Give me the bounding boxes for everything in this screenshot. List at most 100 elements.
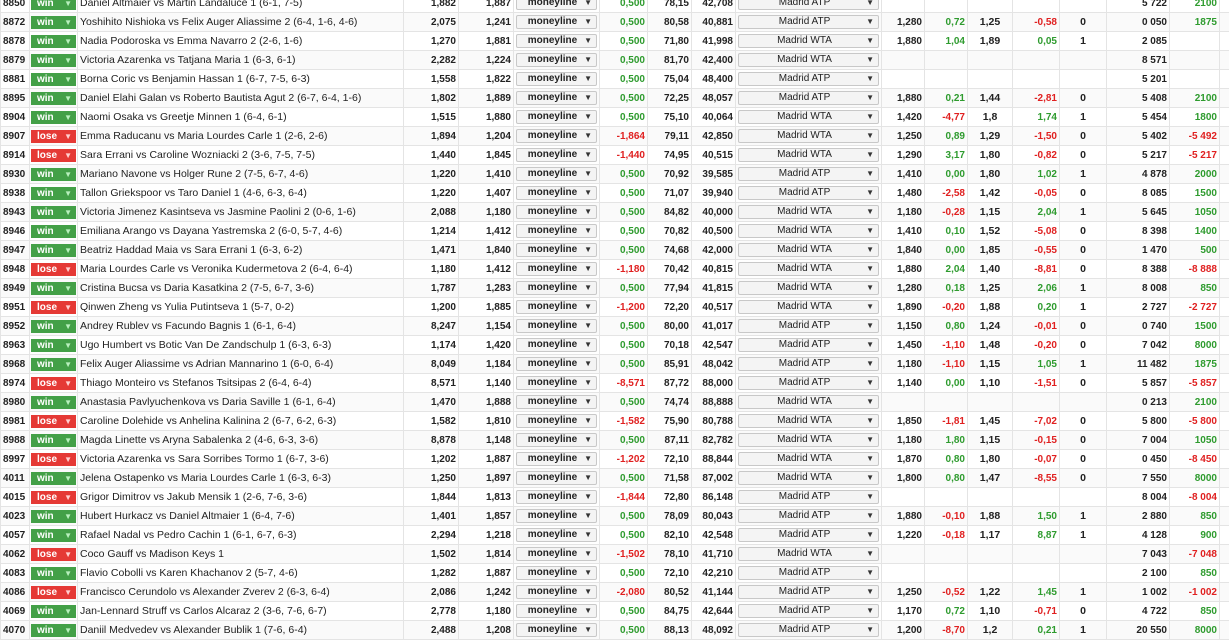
result-select[interactable]: win▼	[31, 168, 76, 181]
tournament-select[interactable]: Madrid WTA▼	[738, 471, 879, 485]
result-select[interactable]: win▼	[31, 358, 76, 371]
tournament-select[interactable]: Madrid ATP▼	[738, 604, 879, 618]
result-select[interactable]: win▼	[31, 434, 76, 447]
result-select[interactable]: win▼	[31, 339, 76, 352]
tournament-select[interactable]: Madrid ATP▼	[738, 357, 879, 371]
tournament-select[interactable]: Madrid ATP▼	[738, 186, 879, 200]
market-select[interactable]: moneyline▼	[516, 281, 597, 295]
result-select[interactable]: win▼	[31, 0, 76, 10]
market-select[interactable]: moneyline▼	[516, 338, 597, 352]
tournament-select[interactable]: Madrid ATP▼	[738, 91, 879, 105]
result-select[interactable]: win▼	[31, 35, 76, 48]
result-select[interactable]: win▼	[31, 73, 76, 86]
market-select[interactable]: moneyline▼	[516, 167, 597, 181]
market-select[interactable]: moneyline▼	[516, 357, 597, 371]
tournament-select[interactable]: Madrid WTA▼	[738, 395, 879, 409]
result-select[interactable]: win▼	[31, 320, 76, 333]
result-select[interactable]: win▼	[31, 187, 76, 200]
market-select[interactable]: moneyline▼	[516, 452, 597, 466]
market-select[interactable]: moneyline▼	[516, 53, 597, 67]
result-select[interactable]: win▼	[31, 54, 76, 67]
tournament-select[interactable]: Madrid WTA▼	[738, 110, 879, 124]
result-select[interactable]: win▼	[31, 605, 76, 618]
result-select[interactable]: win▼	[31, 529, 76, 542]
tournament-select[interactable]: Madrid WTA▼	[738, 452, 879, 466]
result-select[interactable]: lose▼	[31, 491, 76, 504]
result-select[interactable]: lose▼	[31, 130, 76, 143]
tournament-select[interactable]: Madrid ATP▼	[738, 376, 879, 390]
market-select[interactable]: moneyline▼	[516, 490, 597, 504]
tournament-select[interactable]: Madrid WTA▼	[738, 148, 879, 162]
market-select[interactable]: moneyline▼	[516, 566, 597, 580]
result-select[interactable]: win▼	[31, 206, 76, 219]
result-select[interactable]: win▼	[31, 111, 76, 124]
tournament-select[interactable]: Madrid ATP▼	[738, 509, 879, 523]
result-select[interactable]: lose▼	[31, 586, 76, 599]
result-select[interactable]: lose▼	[31, 377, 76, 390]
tournament-select[interactable]: Madrid ATP▼	[738, 623, 879, 637]
result-select[interactable]: win▼	[31, 396, 76, 409]
result-select[interactable]: win▼	[31, 567, 76, 580]
tournament-select[interactable]: Madrid ATP▼	[738, 490, 879, 504]
market-select[interactable]: moneyline▼	[516, 91, 597, 105]
tournament-select[interactable]: Madrid ATP▼	[738, 0, 879, 10]
market-select[interactable]: moneyline▼	[516, 110, 597, 124]
market-select[interactable]: moneyline▼	[516, 585, 597, 599]
market-select[interactable]: moneyline▼	[516, 376, 597, 390]
market-select[interactable]: moneyline▼	[516, 205, 597, 219]
result-select[interactable]: win▼	[31, 282, 76, 295]
result-select[interactable]: lose▼	[31, 301, 76, 314]
result-select[interactable]: lose▼	[31, 263, 76, 276]
tournament-select[interactable]: Madrid WTA▼	[738, 243, 879, 257]
result-select[interactable]: win▼	[31, 225, 76, 238]
result-select[interactable]: lose▼	[31, 149, 76, 162]
market-select[interactable]: moneyline▼	[516, 148, 597, 162]
tournament-select[interactable]: Madrid WTA▼	[738, 34, 879, 48]
market-select[interactable]: moneyline▼	[516, 395, 597, 409]
tournament-select[interactable]: Madrid WTA▼	[738, 224, 879, 238]
tournament-select[interactable]: Madrid ATP▼	[738, 338, 879, 352]
result-select[interactable]: win▼	[31, 244, 76, 257]
tournament-select[interactable]: Madrid WTA▼	[738, 414, 879, 428]
tournament-select[interactable]: Madrid ATP▼	[738, 319, 879, 333]
market-select[interactable]: moneyline▼	[516, 604, 597, 618]
market-select[interactable]: moneyline▼	[516, 547, 597, 561]
market-select[interactable]: moneyline▼	[516, 433, 597, 447]
market-select[interactable]: moneyline▼	[516, 34, 597, 48]
result-select[interactable]: lose▼	[31, 453, 76, 466]
tournament-select[interactable]: Madrid ATP▼	[738, 167, 879, 181]
market-select[interactable]: moneyline▼	[516, 471, 597, 485]
result-select[interactable]: win▼	[31, 510, 76, 523]
market-select[interactable]: moneyline▼	[516, 72, 597, 86]
market-select[interactable]: moneyline▼	[516, 623, 597, 637]
tournament-select[interactable]: Madrid WTA▼	[738, 300, 879, 314]
market-select[interactable]: moneyline▼	[516, 300, 597, 314]
market-select[interactable]: moneyline▼	[516, 129, 597, 143]
result-select[interactable]: win▼	[31, 472, 76, 485]
result-select[interactable]: win▼	[31, 624, 76, 637]
result-select[interactable]: lose▼	[31, 548, 76, 561]
tournament-select[interactable]: Madrid ATP▼	[738, 15, 879, 29]
market-select[interactable]: moneyline▼	[516, 243, 597, 257]
market-select[interactable]: moneyline▼	[516, 319, 597, 333]
tournament-select[interactable]: Madrid WTA▼	[738, 53, 879, 67]
market-select[interactable]: moneyline▼	[516, 15, 597, 29]
tournament-select[interactable]: Madrid WTA▼	[738, 262, 879, 276]
result-select[interactable]: win▼	[31, 92, 76, 105]
tournament-select[interactable]: Madrid ATP▼	[738, 528, 879, 542]
tournament-select[interactable]: Madrid WTA▼	[738, 129, 879, 143]
tournament-select[interactable]: Madrid ATP▼	[738, 72, 879, 86]
market-select[interactable]: moneyline▼	[516, 224, 597, 238]
tournament-select[interactable]: Madrid ATP▼	[738, 566, 879, 580]
market-select[interactable]: moneyline▼	[516, 0, 597, 10]
result-select[interactable]: lose▼	[31, 415, 76, 428]
market-select[interactable]: moneyline▼	[516, 186, 597, 200]
market-select[interactable]: moneyline▼	[516, 509, 597, 523]
tournament-select[interactable]: Madrid WTA▼	[738, 547, 879, 561]
market-select[interactable]: moneyline▼	[516, 528, 597, 542]
result-select[interactable]: win▼	[31, 16, 76, 29]
tournament-select[interactable]: Madrid WTA▼	[738, 281, 879, 295]
tournament-select[interactable]: Madrid ATP▼	[738, 585, 879, 599]
market-select[interactable]: moneyline▼	[516, 262, 597, 276]
market-select[interactable]: moneyline▼	[516, 414, 597, 428]
